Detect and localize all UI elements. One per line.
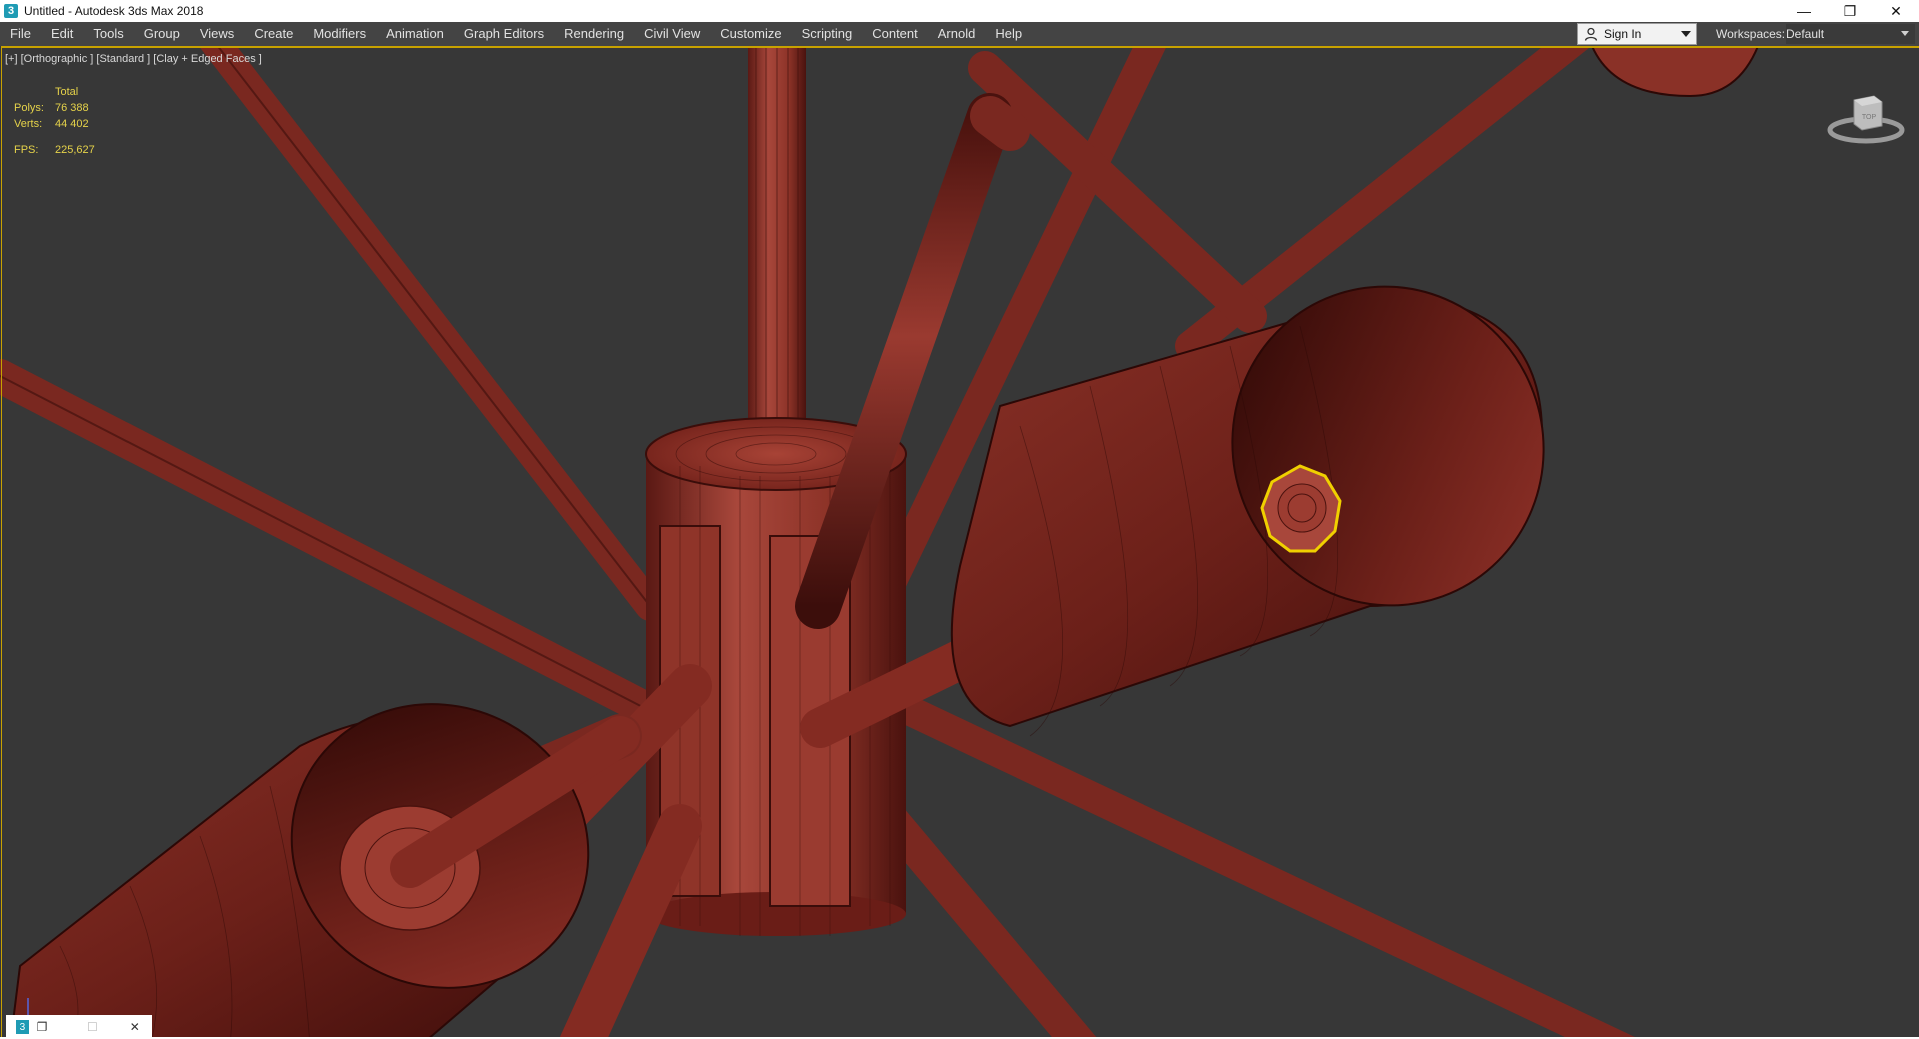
fps-label: FPS:	[14, 144, 39, 156]
stats-header: Total	[55, 86, 79, 98]
sign-in-label: Sign In	[1604, 27, 1642, 41]
restore-button[interactable]: ❐	[1827, 0, 1873, 22]
menu-tools[interactable]: Tools	[83, 22, 133, 46]
verts-value: 44 402	[55, 118, 89, 130]
fps-value: 225,627	[55, 144, 95, 156]
sign-in-dropdown[interactable]: Sign In	[1577, 23, 1697, 45]
scene-render[interactable]	[0, 46, 1919, 1039]
perspective-viewport[interactable]: [+] [Orthographic ] [Standard ] [Clay + …	[0, 46, 1919, 1039]
viewport-label-menu[interactable]: [+] [Orthographic ] [Standard ] [Clay + …	[5, 53, 262, 65]
3ds-max-app-icon[interactable]: 3	[4, 4, 18, 18]
menu-arnold[interactable]: Arnold	[928, 22, 986, 46]
top-right-shade	[1591, 46, 1760, 98]
title-bar: 3 Untitled - Autodesk 3ds Max 2018 — ❐ ✕	[0, 0, 1919, 22]
minimize-button[interactable]: —	[1781, 0, 1827, 22]
menu-group[interactable]: Group	[134, 22, 190, 46]
app-icon[interactable]: 3	[16, 1020, 29, 1034]
minimized-window-bar: 3 ❐ ☐ ✕	[6, 1015, 152, 1039]
menu-bar: File Edit Tools Group Views Create Modif…	[0, 22, 1919, 46]
menu-views[interactable]: Views	[190, 22, 244, 46]
workspace-select[interactable]: Default	[1786, 24, 1915, 44]
menu-customize[interactable]: Customize	[710, 22, 791, 46]
menu-scripting[interactable]: Scripting	[792, 22, 863, 46]
workspaces-label: Workspaces:	[1716, 27, 1786, 41]
verts-label: Verts:	[14, 118, 43, 130]
dropdown-arrow-icon	[1681, 31, 1691, 37]
menu-civil-view[interactable]: Civil View	[634, 22, 710, 46]
menu-graph-editors[interactable]: Graph Editors	[454, 22, 554, 46]
polys-label: Polys:	[14, 102, 44, 114]
menu-help[interactable]: Help	[985, 22, 1032, 46]
menu-content[interactable]: Content	[862, 22, 928, 46]
close-button[interactable]: ✕	[1873, 0, 1919, 22]
left-lamp-shade	[9, 703, 640, 1039]
window-controls: — ❐ ✕	[1781, 0, 1919, 22]
viewcube-icon[interactable]: TOP	[1826, 82, 1906, 152]
chevron-down-icon	[1901, 31, 1909, 36]
viewport-statistics: Total Polys: 76 388 Verts: 44 402 FPS: 225,…	[14, 84, 95, 158]
window-title: Untitled - Autodesk 3ds Max 2018	[24, 4, 204, 18]
menu-file[interactable]: File	[0, 22, 41, 46]
restore-icon[interactable]: ❐	[33, 1017, 51, 1037]
menu-create[interactable]: Create	[244, 22, 303, 46]
menu-modifiers[interactable]: Modifiers	[303, 22, 376, 46]
menu-rendering[interactable]: Rendering	[554, 22, 634, 46]
right-lamp-shade	[950, 285, 1545, 737]
viewcube-face-label: TOP	[1862, 114, 1877, 121]
menu-animation[interactable]: Animation	[376, 22, 454, 46]
maximize-icon[interactable]: ☐	[83, 1017, 101, 1037]
workspace-value: Default	[1786, 27, 1825, 41]
close-icon[interactable]: ✕	[126, 1017, 144, 1037]
menu-edit[interactable]: Edit	[41, 22, 83, 46]
polys-value: 76 388	[55, 102, 89, 114]
person-icon	[1584, 27, 1598, 41]
